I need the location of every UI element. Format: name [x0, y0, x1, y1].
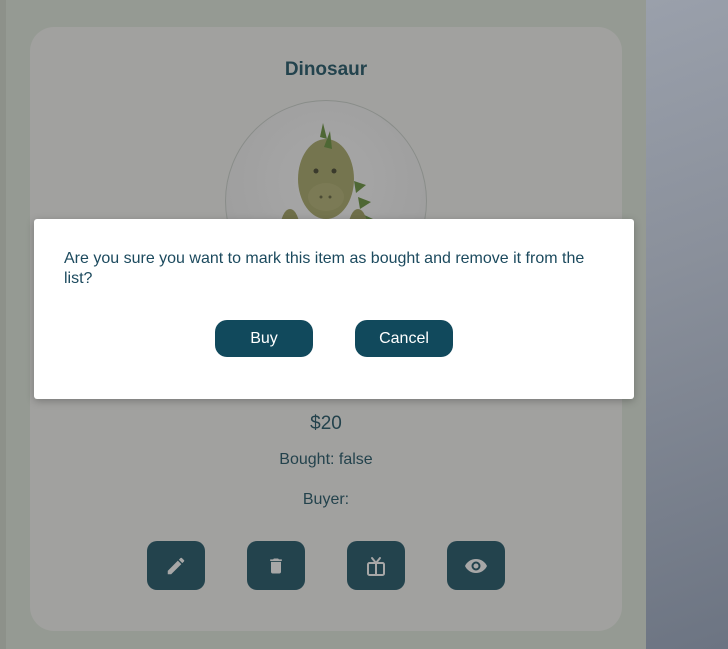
buy-button[interactable]: Buy: [215, 320, 313, 357]
confirm-buy-dialog: Are you sure you want to mark this item …: [34, 219, 634, 399]
cancel-button[interactable]: Cancel: [355, 320, 453, 357]
dialog-message: Are you sure you want to mark this item …: [64, 250, 585, 287]
window-backdrop: [646, 0, 728, 649]
